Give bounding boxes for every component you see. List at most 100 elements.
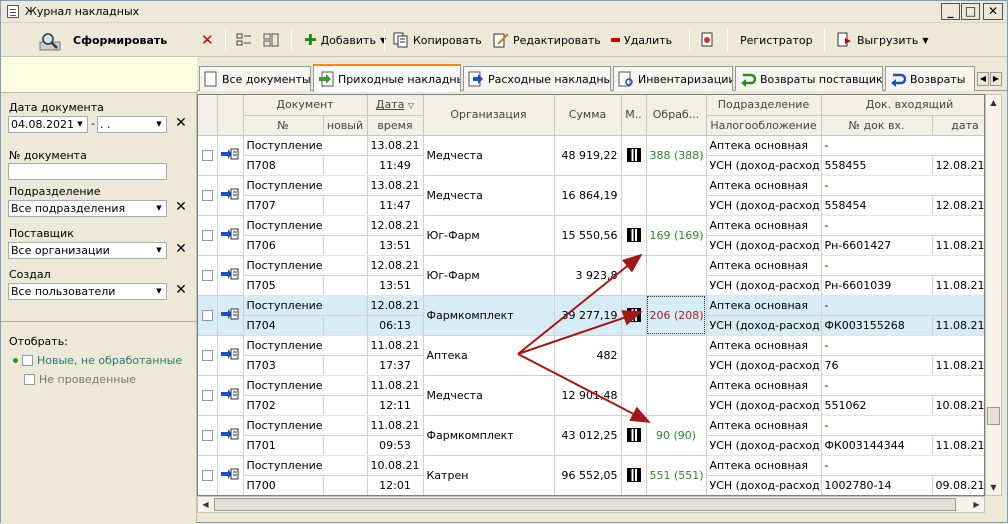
clear-button[interactable]: ✕ <box>201 29 214 51</box>
row-checkbox-cell[interactable] <box>198 455 218 495</box>
clear-supplier-button[interactable]: ✕ <box>173 242 189 258</box>
row-checkbox-cell[interactable] <box>198 335 218 376</box>
row-checkbox-cell[interactable] <box>198 255 218 296</box>
hscroll-thumb[interactable] <box>214 498 956 511</box>
doc-incoming: - <box>821 295 984 316</box>
clear-date-button[interactable]: ✕ <box>173 116 189 132</box>
print-button[interactable] <box>699 29 715 51</box>
table-row[interactable]: Поступление 13.08.21 Медчеста 48 919,22 388 … <box>198 135 984 176</box>
header-time[interactable]: время <box>367 115 424 136</box>
table-row[interactable]: Поступление 13.08.21 Медчеста 16 864,19 Апте… <box>198 175 984 216</box>
header-incoming[interactable]: Док. входящий <box>821 95 984 116</box>
columns-button[interactable] <box>236 29 252 51</box>
creator-select[interactable]: Все пользователи ▼ <box>8 283 167 300</box>
tab-outgoing[interactable]: Расходные накладные <box>463 66 611 91</box>
delete-button[interactable]: Удалить <box>611 29 672 51</box>
minus-icon <box>611 38 620 42</box>
header-subdivision[interactable]: Подразделение <box>706 95 822 116</box>
doc-processed: 169 (169) <box>646 215 707 256</box>
vertical-scrollbar[interactable]: ▲ ▼ <box>985 94 1002 496</box>
filter-new-option[interactable]: Новые, не обработанные <box>13 354 182 367</box>
table-row[interactable]: Поступление 11.08.21 Фармкомплект 43 012,25… <box>198 415 984 456</box>
tab-label: Расходные накладные <box>488 72 611 86</box>
header-incnum[interactable]: № док вх. <box>821 115 933 136</box>
scroll-thumb[interactable] <box>987 407 1000 425</box>
tab-returns-supplier[interactable]: Возвраты поставщику <box>735 66 883 91</box>
row-checkbox[interactable] <box>201 390 213 401</box>
clear-subdivision-button[interactable]: ✕ <box>173 200 189 216</box>
row-checkbox-cell[interactable] <box>198 295 218 336</box>
docnum-field[interactable] <box>8 163 167 180</box>
filter-unposted-option[interactable]: Не проведенные <box>24 373 136 386</box>
doc-processed: 388 (388) <box>646 135 707 176</box>
row-checkbox[interactable] <box>201 230 213 241</box>
magnifier-icon <box>39 32 61 51</box>
new-checkbox[interactable] <box>22 355 33 366</box>
row-checkbox-cell[interactable] <box>198 175 218 216</box>
tab-scroll-right-button[interactable]: ▶ <box>990 72 1002 86</box>
doc-number: П702 <box>243 395 324 416</box>
row-checkbox-cell[interactable] <box>198 135 218 176</box>
opt-unposted-label: Не проведенные <box>39 373 136 386</box>
row-checkbox[interactable] <box>201 310 213 321</box>
row-checkbox-cell[interactable] <box>198 415 218 456</box>
registrar-button[interactable]: Регистратор <box>740 29 813 51</box>
tab-inventory[interactable]: Инвентаризации <box>613 66 733 91</box>
row-checkbox[interactable] <box>201 150 213 161</box>
doc-new <box>323 395 368 416</box>
doc-tax: УСН (доход-расход) <box>706 155 822 176</box>
row-checkbox[interactable] <box>201 190 213 201</box>
scroll-left-button[interactable]: ◀ <box>198 497 213 512</box>
table-row[interactable]: Поступление 12.08.21 Юг-Фарм 15 550,56 169 (… <box>198 215 984 256</box>
scroll-down-button[interactable]: ▼ <box>986 480 1001 495</box>
chevron-down-icon: ▼ <box>156 246 162 254</box>
row-checkbox[interactable] <box>201 350 213 361</box>
tab-returns[interactable]: Возвраты <box>885 66 975 91</box>
date-from-field[interactable]: 04.08.2021 ▼ <box>8 116 88 133</box>
header-org[interactable]: Организация <box>423 95 555 136</box>
export-button[interactable]: Выгрузить ▼ <box>837 29 929 51</box>
header-processed[interactable]: Обраб... <box>646 95 707 136</box>
subdivision-select[interactable]: Все подразделения ▼ <box>8 200 167 217</box>
minimize-button[interactable]: _ <box>941 3 960 20</box>
header-m[interactable]: М.. <box>621 95 647 136</box>
tab-scroll-left-button[interactable]: ◀ <box>977 72 989 86</box>
row-checkbox[interactable] <box>201 470 213 481</box>
close-button[interactable]: ✕ <box>983 3 1003 20</box>
header-new[interactable]: новый <box>323 115 368 136</box>
header-incdate[interactable]: дата <box>932 115 984 136</box>
table-row[interactable]: Поступление 12.08.21 Юг-Фарм 3 923,8 Аптека … <box>198 255 984 296</box>
supplier-select[interactable]: Все организации ▼ <box>8 242 167 259</box>
scroll-up-button[interactable]: ▲ <box>986 95 1001 110</box>
unposted-checkbox[interactable] <box>24 374 35 385</box>
add-button[interactable]: ✚Добавить▼ <box>304 29 386 51</box>
form-button[interactable]: Сформировать <box>39 29 167 51</box>
date-to-field[interactable]: . . ▼ <box>97 116 167 133</box>
table-row[interactable]: Поступление 11.08.21 Медчеста 12 901,48 Апте… <box>198 375 984 416</box>
header-num[interactable]: № <box>243 115 324 136</box>
table-row[interactable]: Поступление 10.08.21 Катрен 96 552,05 551 (5… <box>198 455 984 495</box>
maximize-button[interactable]: □ <box>961 3 980 20</box>
copy-button[interactable]: Копировать <box>393 29 482 51</box>
row-checkbox-cell[interactable] <box>198 375 218 416</box>
header-document[interactable]: Документ <box>243 95 368 116</box>
scroll-right-button[interactable]: ▶ <box>969 497 984 512</box>
table-row[interactable]: Поступление 12.08.21 Фармкомплект 39 277,19… <box>198 295 984 336</box>
row-checkbox[interactable] <box>201 270 213 281</box>
header-tax[interactable]: Налогообложение <box>706 115 822 136</box>
row-type-icon <box>217 295 244 336</box>
header-sum[interactable]: Сумма <box>554 95 622 136</box>
row-checkbox[interactable] <box>201 430 213 441</box>
row-checkbox-cell[interactable] <box>198 215 218 256</box>
doc-subdivision: Аптека основная <box>706 335 822 356</box>
tab-all-documents[interactable]: Все документы <box>199 66 311 91</box>
edit-button[interactable]: Редактировать <box>493 29 601 51</box>
table-row[interactable]: Поступление 11.08.21 Аптека 482 Аптека основ… <box>198 335 984 376</box>
header-date[interactable]: Дата ▽ <box>367 95 424 116</box>
doc-type: Поступление <box>243 335 368 356</box>
divider <box>1 321 197 322</box>
layout-button[interactable] <box>263 29 279 51</box>
horizontal-scrollbar[interactable]: ◀ ▶ <box>197 496 985 513</box>
clear-creator-button[interactable]: ✕ <box>173 283 189 299</box>
tab-incoming[interactable]: Приходные накладные <box>313 64 461 92</box>
